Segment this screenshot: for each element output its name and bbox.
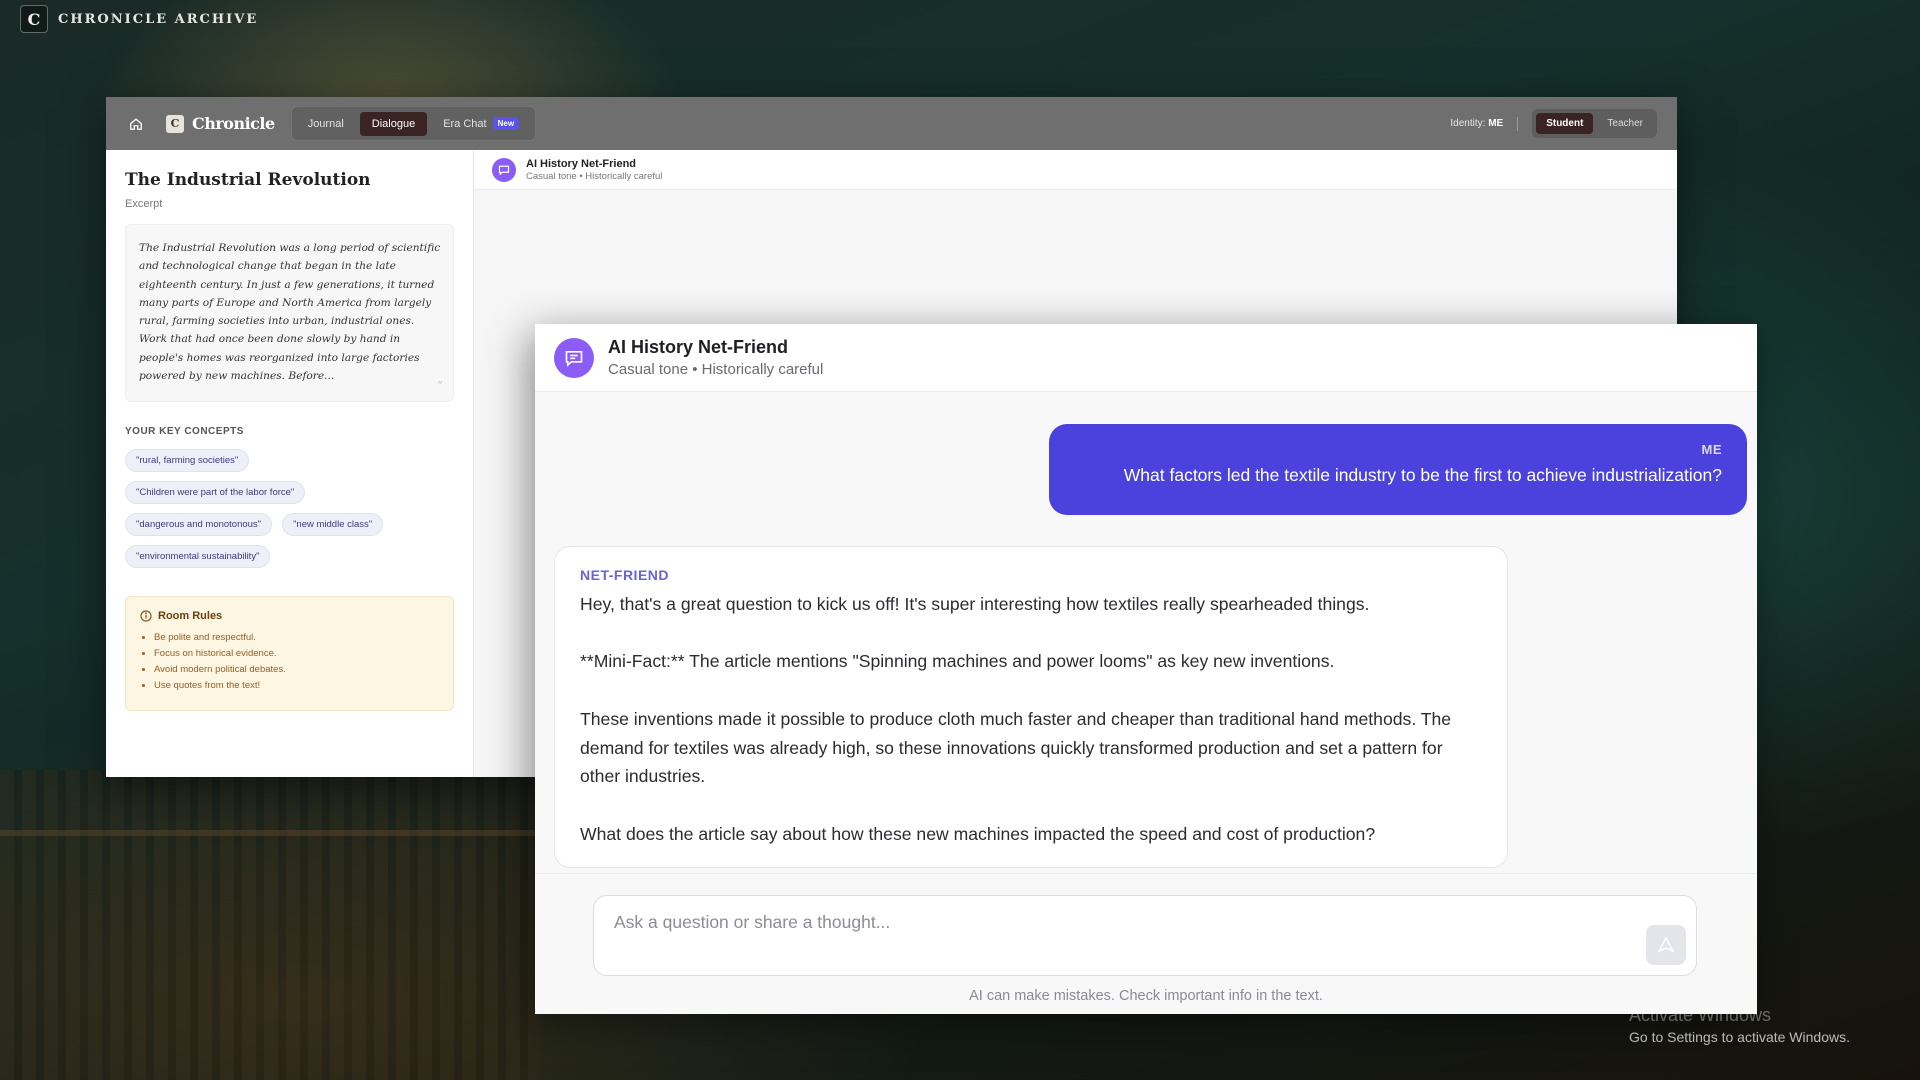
- bot-subtitle: Casual tone • Historically careful: [526, 170, 663, 182]
- rule-item: Use quotes from the text!: [154, 678, 439, 694]
- quote-mark-icon: ”: [436, 379, 443, 394]
- top-brand: C CHRONICLE ARCHIVE: [20, 5, 258, 33]
- excerpt-block: The Industrial Revolution was a long per…: [125, 224, 454, 403]
- concept-chip[interactable]: "dangerous and monotonous": [125, 513, 273, 537]
- role-toggle: Student Teacher: [1532, 109, 1657, 138]
- tab-dialogue[interactable]: Dialogue: [359, 111, 428, 136]
- role-teacher-button[interactable]: Teacher: [1597, 113, 1653, 134]
- nav-tabs: Journal Dialogue Era Chat New: [290, 106, 537, 141]
- app-logo-name: Chronicle: [192, 114, 275, 133]
- user-message-label: ME: [1701, 442, 1722, 457]
- rule-item: Be polite and respectful.: [154, 630, 439, 646]
- new-badge: New: [492, 117, 520, 130]
- room-rules: Room Rules Be polite and respectful. Foc…: [125, 596, 454, 712]
- app-logo[interactable]: C Chronicle: [166, 114, 275, 133]
- ai-disclaimer: AI can make mistakes. Check important in…: [969, 988, 1323, 1004]
- send-icon: [1657, 936, 1675, 953]
- composer: [593, 895, 1697, 976]
- concept-chip[interactable]: "rural, farming societies": [125, 449, 250, 473]
- tab-era-chat[interactable]: Era Chat New: [431, 111, 531, 136]
- brand-logo: C: [20, 5, 48, 33]
- rule-item: Focus on historical evidence.: [154, 646, 439, 662]
- key-concepts-list: "rural, farming societies" "Children wer…: [125, 449, 425, 569]
- background-shelves: [0, 770, 540, 1080]
- concept-chip[interactable]: "environmental sustainability": [125, 545, 271, 569]
- identity-value: ME: [1488, 118, 1504, 129]
- user-message: ME What factors led the textile industry…: [1049, 424, 1747, 515]
- header-divider: [1517, 116, 1519, 131]
- key-concepts-label: YOUR KEY CONCEPTS: [125, 426, 244, 438]
- excerpt-text: The Industrial Revolution was a long per…: [139, 242, 441, 383]
- tab-label: Dialogue: [371, 117, 416, 130]
- app-header: C Chronicle Journal Dialogue Era Chat Ne…: [106, 97, 1677, 150]
- ai-message-text: Hey, that's a great question to kick us …: [580, 594, 1452, 844]
- chat-bubble-icon: [498, 165, 510, 175]
- background-rail: [0, 830, 560, 836]
- room-rules-header: Room Rules: [140, 610, 439, 622]
- document-subtitle: Excerpt: [125, 198, 163, 210]
- reading-panel: The Industrial Revolution Excerpt The In…: [106, 150, 474, 777]
- ai-message-label: NET-FRIEND: [580, 567, 669, 583]
- tab-label: Journal: [307, 117, 344, 130]
- room-rules-title: Room Rules: [158, 610, 223, 623]
- home-icon[interactable]: [126, 114, 146, 134]
- bot-avatar: [554, 337, 594, 378]
- identity-label: Identity:: [1450, 118, 1486, 129]
- tab-journal[interactable]: Journal: [296, 112, 356, 136]
- chat-window: AI History Net-Friend Casual tone • Hist…: [535, 324, 1757, 1014]
- composer-area: AI can make mistakes. Check important in…: [535, 873, 1757, 1014]
- user-message-text: What factors led the textile industry to…: [1123, 465, 1722, 485]
- bot-avatar: [492, 157, 516, 182]
- chat-bubble-icon: [565, 350, 583, 367]
- message-input[interactable]: [614, 912, 1594, 933]
- dialogue-header: AI History Net-Friend Casual tone • Hist…: [474, 150, 1677, 190]
- watermark-line2: Go to Settings to activate Windows.: [1629, 1029, 1850, 1045]
- info-circle-icon: [140, 610, 152, 622]
- tab-label: Era Chat: [443, 117, 487, 130]
- bot-subtitle: Casual tone • Historically careful: [608, 361, 824, 378]
- ai-message: NET-FRIEND Hey, that's a great question …: [554, 546, 1508, 868]
- bot-name: AI History Net-Friend: [526, 157, 637, 170]
- activation-watermark: Activate Windows Go to Settings to activ…: [1629, 1005, 1850, 1045]
- concept-chip[interactable]: "new middle class": [282, 513, 384, 537]
- rule-item: Avoid modern political debates.: [154, 662, 439, 678]
- identity-display: Identity: ME: [1450, 118, 1503, 129]
- bot-name: AI History Net-Friend: [608, 337, 789, 357]
- document-title: The Industrial Revolution: [125, 170, 371, 190]
- concept-chip[interactable]: "Children were part of the labor force": [125, 481, 306, 505]
- role-student-button[interactable]: Student: [1536, 113, 1594, 134]
- header-right: Identity: ME Student Teacher: [1450, 109, 1657, 138]
- watermark-line1: Activate Windows: [1629, 1005, 1772, 1025]
- brand-name: CHRONICLE ARCHIVE: [58, 11, 259, 27]
- app-logo-mark: C: [166, 114, 184, 133]
- chat-header: AI History Net-Friend Casual tone • Hist…: [535, 324, 1757, 392]
- room-rules-list: Be polite and respectful. Focus on histo…: [140, 630, 439, 694]
- send-button[interactable]: [1646, 925, 1686, 965]
